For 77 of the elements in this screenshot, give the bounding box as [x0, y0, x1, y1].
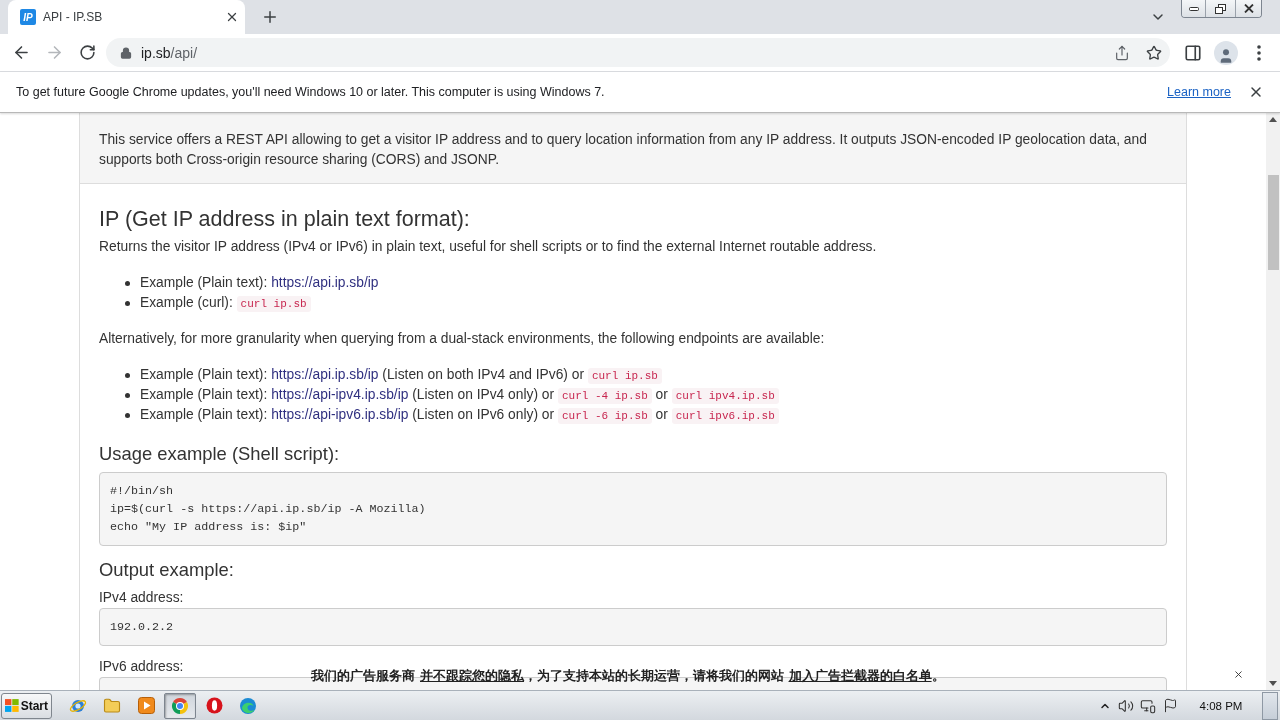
section-heading: IP (Get IP address in plain text format): [99, 206, 471, 232]
url-text: ip.sb/api/ [141, 44, 198, 61]
scroll-down-icon[interactable] [1269, 681, 1277, 686]
address-bar[interactable]: ip.sb/api/ [106, 38, 1170, 67]
window-close-button[interactable] [1235, 0, 1261, 17]
star-icon [1146, 44, 1162, 61]
learn-more-link[interactable]: Learn more [1167, 85, 1231, 99]
bullet-icon [125, 300, 130, 306]
restore-icon [1215, 3, 1226, 14]
list-item-text: Example (Plain text): https://api-ipv4.ip.sb/ip (Listen on IPv4 only) or curl -4 ip.sb or curl ipv4.ip.sb [140, 384, 779, 406]
list-item-text: Example (Plain text): https://api-ipv6.ip.sb/ip (Listen on IPv6 only) or curl -6 ip.sb or curl ipv6.ip.sb [140, 404, 779, 426]
bullet-icon [125, 412, 130, 418]
restore-button[interactable] [1205, 0, 1235, 17]
inline-code: curl ip.sb [236, 295, 311, 312]
link[interactable]: https://api.ip.sb/ip [271, 275, 379, 290]
code-line: 192.0.2.2 [110, 619, 175, 636]
clock[interactable]: 4:08 PM [1194, 699, 1248, 712]
side-panel-icon [1184, 43, 1202, 62]
folder-icon [103, 696, 121, 715]
inline-code: curl ip.sb [587, 367, 662, 384]
swirl-icon [239, 696, 257, 715]
inline-code: curl -4 ip.sb [557, 387, 652, 404]
list-item-text: Example (Plain text): https://api.ip.sb/ip [140, 274, 379, 292]
menu-icon [1257, 44, 1261, 61]
code-line: echo "My IP address is: $ip" [110, 519, 308, 536]
inline-code: curl ipv4.ip.sb [671, 387, 779, 404]
paragraph: Alternatively, for more granularity when querying from a dual-stack environments, the following endpoints are available: [99, 330, 826, 348]
scrollbar-thumb[interactable] [1267, 175, 1279, 270]
reload-icon [78, 44, 96, 61]
play-icon [137, 697, 155, 714]
inline-code: curl -6 ip.sb [557, 407, 652, 424]
code-line: #!/bin/sh [110, 483, 175, 500]
scroll-up-icon[interactable] [1269, 117, 1277, 122]
ad-notice: 我们的广告服务商 并不跟踪您的隐私，为了支持本站的长期运营，请将我们的网站 加入广告拦截器的白名单。 [311, 667, 945, 685]
close-icon [1232, 668, 1244, 680]
infobar-close-button[interactable] [1248, 84, 1264, 100]
infobar-message: To get future Google Chrome updates, you'll need Windows 10 or later. This computer is using Windows 7. [16, 85, 605, 99]
taskbar-button[interactable] [164, 692, 196, 719]
section-heading: Output example: [99, 558, 235, 582]
browser-tab[interactable]: IP API - IP.SB [8, 0, 245, 34]
network-icon [1140, 697, 1156, 714]
list-item-text: Example (Plain text): https://api.ip.sb/ip (Listen on both IPv4 and IPv6) or curl ip.sb [140, 364, 662, 386]
bullet-icon [125, 392, 130, 398]
ad-link[interactable]: 并不跟踪您的隐私 [420, 668, 524, 683]
profile-button[interactable] [1214, 40, 1238, 65]
minimize-button[interactable] [1182, 0, 1205, 17]
link[interactable]: https://api.ip.sb/ip [271, 366, 379, 382]
flag-icon [1162, 698, 1178, 713]
scrollbar[interactable] [1266, 113, 1280, 690]
close-icon [1243, 4, 1254, 13]
flag-logo-icon [5, 698, 19, 713]
ring-icon [205, 697, 223, 714]
bullet-icon [125, 372, 130, 378]
link[interactable]: https://api-ipv4.ip.sb/ip [271, 386, 409, 402]
share-icon [1114, 44, 1130, 61]
field-label: IPv4 address: [99, 589, 184, 607]
ad-link[interactable]: 加入广告拦截器的白名单 [788, 668, 932, 683]
plus-icon [261, 8, 279, 26]
start-button[interactable]: Start [1, 692, 52, 719]
speaker-icon [1118, 697, 1134, 714]
lock-icon [120, 46, 132, 59]
favicon: IP [20, 9, 36, 25]
bullet-icon [125, 280, 130, 286]
paragraph: Returns the visitor IP address (IPv4 or IPv6) in plain text, useful for shell scripts or to find the external Internet routable address. [99, 238, 878, 256]
tab-title: API - IP.SB [43, 10, 104, 24]
code-line: ip=$(curl -s https://api.ip.sb/ip -A Mozilla) [110, 501, 427, 518]
ad-close-button[interactable] [1232, 668, 1244, 680]
list-item-text: Example (curl): curl ip.sb [140, 292, 311, 314]
segmented-circle-icon [171, 696, 189, 715]
minimize-icon [1188, 6, 1199, 11]
section-heading: Usage example (Shell script): [99, 442, 341, 466]
close-icon [1248, 84, 1264, 100]
link[interactable]: https://api-ipv6.ip.sb/ip [271, 406, 409, 422]
close-icon [225, 10, 239, 24]
inline-code: curl ipv6.ip.sb [671, 407, 779, 424]
intro-text: This service offers a REST API allowing to get a visitor IP address and to query location information from any IP address. It outputs JSON-encoded IP geolocation data, and supports both Cross-origin resource sharing (CORS) and JSONP. [80, 113, 1186, 184]
field-label: IPv6 address: [99, 658, 184, 676]
